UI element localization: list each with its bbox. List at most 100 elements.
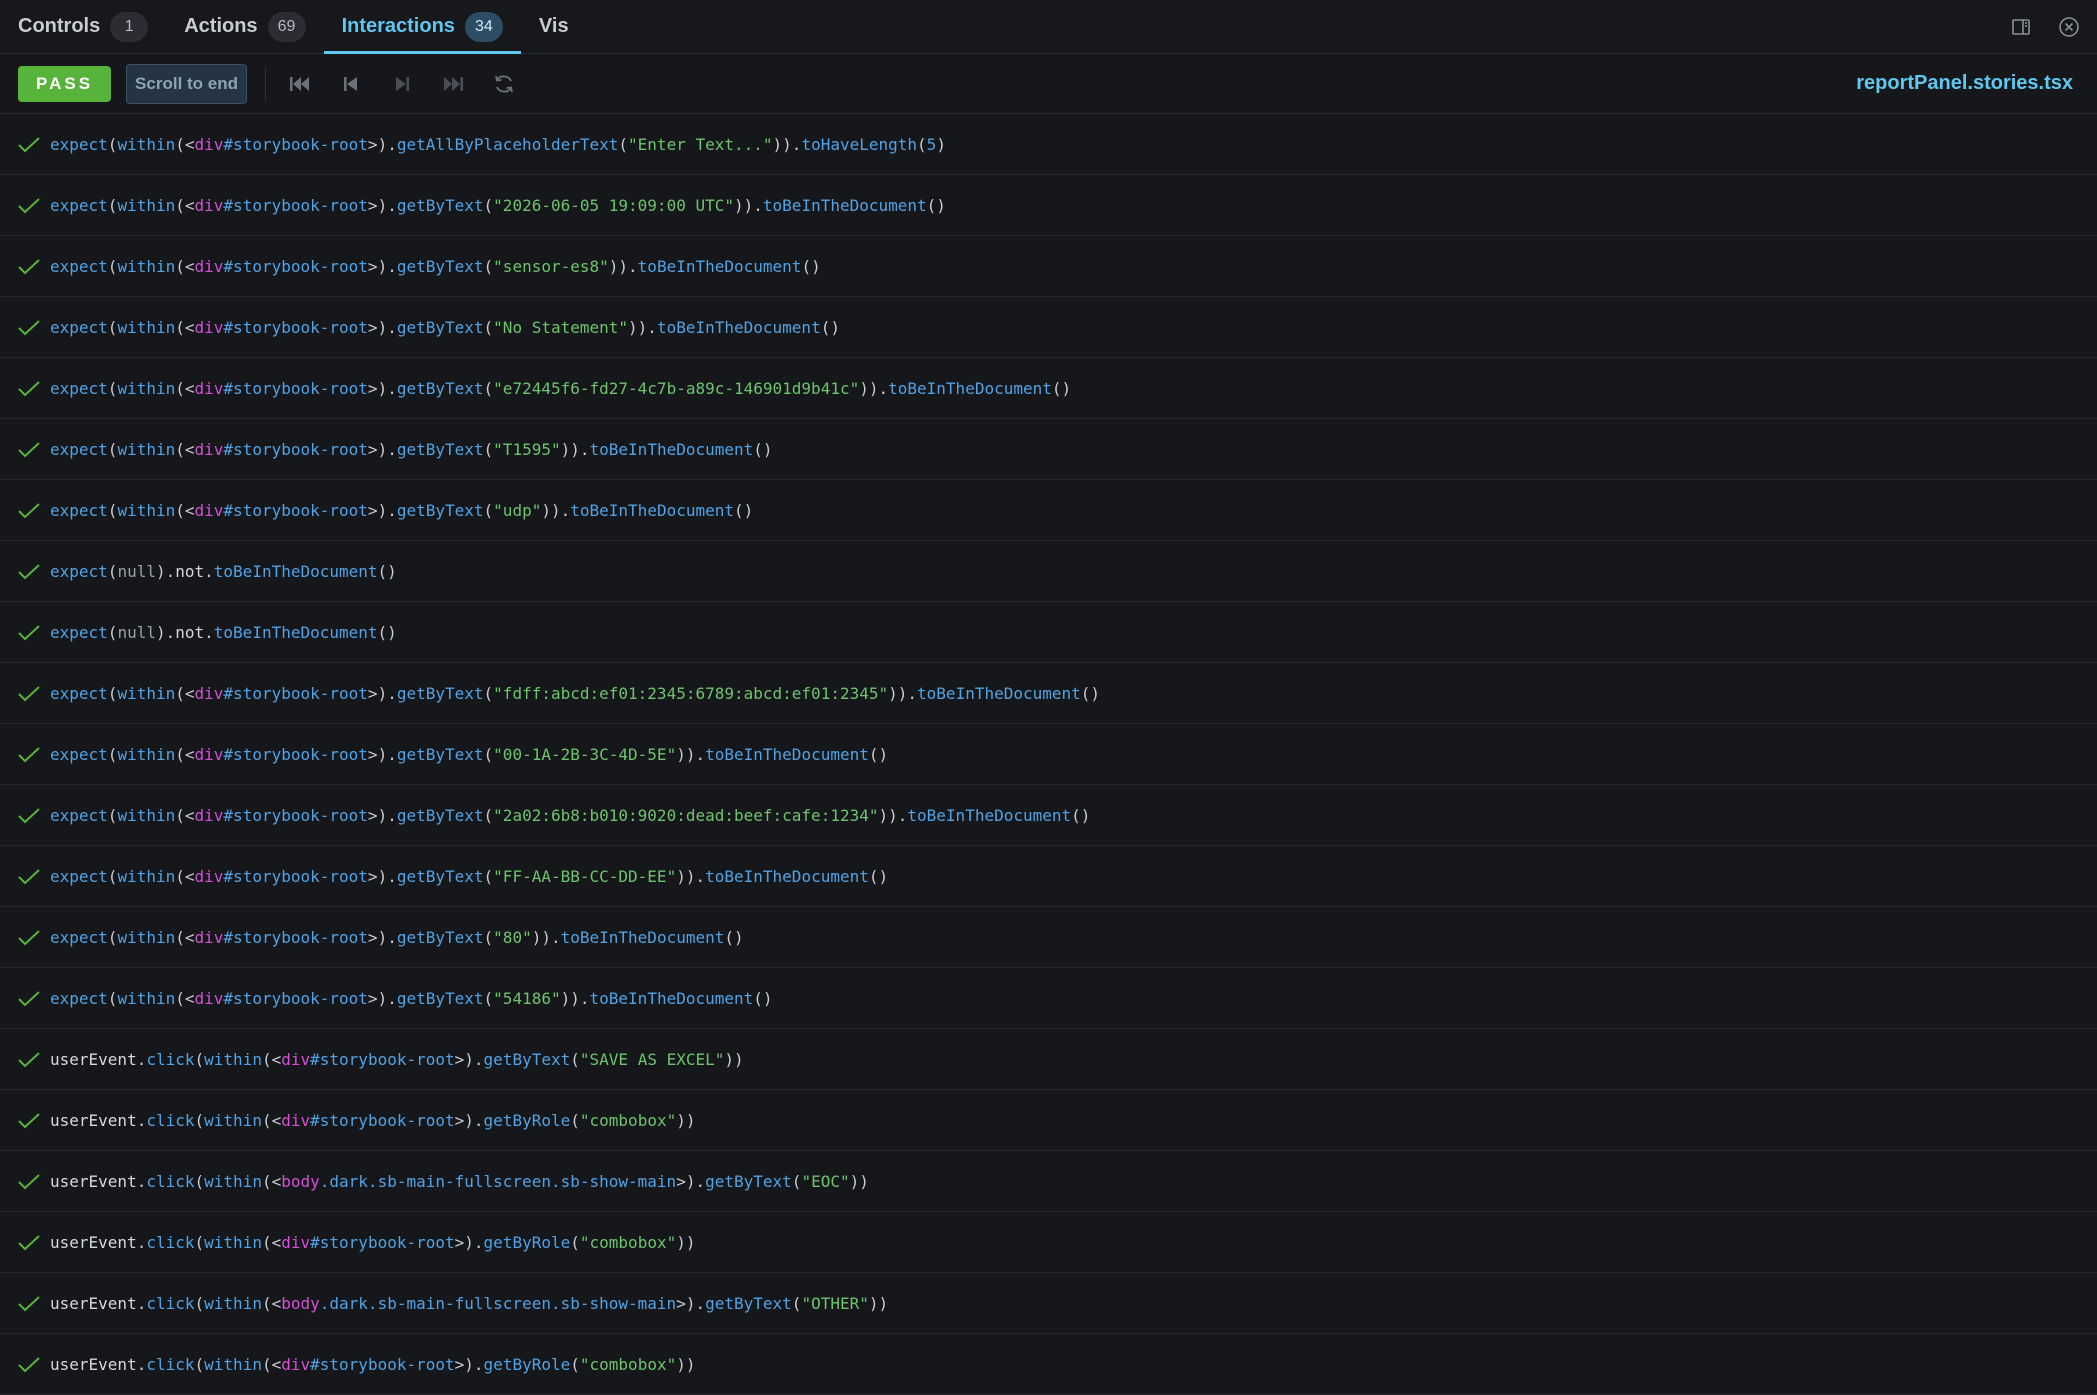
code-token: within [117, 866, 176, 886]
interaction-row[interactable]: userEvent.click(within(<div#storybook-ro… [0, 1090, 2097, 1151]
tab-controls[interactable]: Controls 1 [0, 0, 166, 53]
code-token: ( [107, 866, 118, 886]
code-token: < [184, 256, 195, 276]
story-file-name[interactable]: reportPanel.stories.tsx [1856, 72, 2079, 95]
tab-interactions[interactable]: Interactions 34 [323, 0, 522, 54]
check-icon [18, 320, 40, 336]
interaction-row[interactable]: expect(within(<div#storybook-root>).getB… [0, 724, 2097, 785]
check-icon [18, 869, 40, 885]
scroll-to-end-button[interactable]: Scroll to end [126, 63, 248, 104]
code-token: toBeInTheDocument [213, 561, 378, 581]
code-token: #storybook-root [223, 988, 368, 1008]
code-token: toBeInTheDocument [762, 195, 927, 215]
rerun-icon[interactable] [486, 66, 522, 102]
interaction-row[interactable]: expect(within(<div#storybook-root>).getB… [0, 968, 2097, 1029]
interaction-row[interactable]: expect(within(<div#storybook-root>).getB… [0, 175, 2097, 236]
code-token: > [367, 439, 378, 459]
code-token: )) [849, 1171, 869, 1191]
code-token: ). [685, 1293, 706, 1313]
go-to-start-icon[interactable] [282, 66, 318, 102]
interaction-row[interactable]: expect(within(<div#storybook-root>).getB… [0, 907, 2097, 968]
code-token: )). [676, 744, 706, 764]
tab-label: Actions [184, 15, 258, 37]
code-token: ( [175, 988, 185, 1008]
panel-orientation-icon[interactable] [2007, 13, 2035, 41]
code-token: ) [936, 134, 946, 154]
code-token: #storybook-root [310, 1110, 455, 1130]
code-token: expect [50, 561, 108, 581]
interaction-row[interactable]: expect(within(<div#storybook-root>).getB… [0, 663, 2097, 724]
code-token: < [271, 1171, 282, 1191]
code-token: getByText [396, 317, 484, 337]
interaction-code: userEvent.click(within(<div#storybook-ro… [50, 1050, 744, 1069]
interaction-code: expect(null).not.toBeInTheDocument() [50, 562, 397, 581]
go-to-end-icon[interactable] [435, 66, 471, 102]
code-token: ( [261, 1293, 272, 1313]
code-token: > [367, 195, 378, 215]
code-token: ). [377, 866, 397, 886]
code-token: expect [50, 683, 108, 703]
close-icon[interactable] [2055, 13, 2083, 41]
code-token: ( [917, 134, 927, 154]
code-token: > [676, 1171, 686, 1191]
tab-vis[interactable]: Vis [521, 0, 587, 53]
interaction-row[interactable]: expect(within(<div#storybook-root>).getB… [0, 236, 2097, 297]
interaction-row[interactable]: expect(null).not.toBeInTheDocument() [0, 602, 2097, 663]
interaction-row[interactable]: expect(within(<div#storybook-root>).getB… [0, 419, 2097, 480]
interaction-row[interactable]: expect(within(<div#storybook-root>).getB… [0, 358, 2097, 419]
code-token: () [377, 622, 397, 642]
interaction-row[interactable]: expect(within(<div#storybook-root>).getB… [0, 846, 2097, 907]
interaction-row[interactable]: userEvent.click(within(<body.dark.sb-mai… [0, 1151, 2097, 1212]
code-token: ( [483, 256, 494, 276]
code-token: . [204, 622, 214, 642]
tab-actions[interactable]: Actions 69 [166, 0, 323, 53]
check-icon [18, 1052, 40, 1068]
code-token: toBeInTheDocument [589, 439, 754, 459]
code-token: () [1080, 683, 1101, 703]
code-token: () [734, 500, 754, 520]
code-token: ). [377, 256, 397, 276]
interaction-row[interactable]: userEvent.click(within(<div#storybook-ro… [0, 1029, 2097, 1090]
interaction-row[interactable]: expect(within(<div#storybook-root>).getB… [0, 480, 2097, 541]
interaction-code: expect(within(<div#storybook-root>).getB… [50, 440, 773, 459]
code-token: ( [570, 1049, 580, 1069]
code-token: within [204, 1171, 262, 1191]
code-token: > [454, 1232, 465, 1252]
code-token: )). [878, 805, 908, 825]
interaction-code: expect(within(<div#storybook-root>).getB… [50, 989, 773, 1008]
interaction-row[interactable]: userEvent.click(within(<body.dark.sb-mai… [0, 1273, 2097, 1334]
code-token: () [753, 439, 773, 459]
step-back-icon[interactable] [333, 66, 369, 102]
code-token: . [136, 1232, 147, 1252]
code-token: expect [50, 805, 108, 825]
code-token: < [184, 744, 195, 764]
interactions-toolbar: PASS Scroll to end reportPanel.stories.t… [0, 54, 2097, 114]
code-token: ( [483, 683, 494, 703]
interaction-row[interactable]: userEvent.click(within(<div#storybook-ro… [0, 1212, 2097, 1273]
code-token: < [184, 439, 195, 459]
check-icon [18, 259, 40, 275]
step-forward-icon[interactable] [384, 66, 420, 102]
code-token: < [271, 1232, 282, 1252]
code-token: ( [261, 1232, 272, 1252]
code-token: () [868, 866, 889, 886]
code-token: getByText [396, 256, 484, 276]
interaction-code: expect(within(<div#storybook-root>).getB… [50, 379, 1071, 398]
code-token: ). [464, 1232, 484, 1252]
interaction-code: userEvent.click(within(<div#storybook-ro… [50, 1233, 695, 1252]
code-token: ( [194, 1171, 205, 1191]
interaction-row[interactable]: expect(within(<div#storybook-root>).getB… [0, 785, 2097, 846]
interaction-row[interactable]: expect(within(<div#storybook-root>).getA… [0, 114, 2097, 175]
code-token: click [146, 1232, 195, 1252]
interaction-row[interactable]: expect(null).not.toBeInTheDocument() [0, 541, 2097, 602]
code-token: getByText [396, 927, 484, 947]
code-token: click [146, 1293, 195, 1313]
code-token: > [367, 500, 378, 520]
code-token: expect [50, 195, 108, 215]
code-token: ( [107, 622, 118, 642]
code-token: ( [791, 1293, 802, 1313]
code-token: ( [107, 134, 118, 154]
interaction-row[interactable]: userEvent.click(within(<div#storybook-ro… [0, 1334, 2097, 1395]
code-token: "T1595" [493, 439, 561, 459]
interaction-row[interactable]: expect(within(<div#storybook-root>).getB… [0, 297, 2097, 358]
